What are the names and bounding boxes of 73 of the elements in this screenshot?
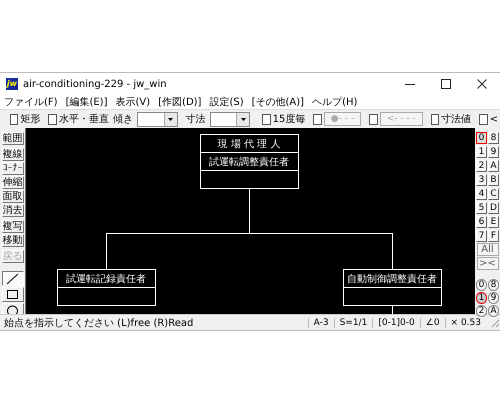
box-label: 現 場 代 理 人 xyxy=(218,139,280,150)
layer-group-button[interactable]: 3 xyxy=(476,174,487,186)
tool-button[interactable]: 伸縮 xyxy=(2,176,24,189)
checkbox-label: < xyxy=(490,114,498,124)
status-field: S=1/1 xyxy=(334,318,372,328)
status-field: × 0.53 xyxy=(444,318,486,328)
app-icon: jw xyxy=(6,78,18,90)
tool-button[interactable]: 複線 xyxy=(2,148,24,161)
box-label: 試運転記録責任者 xyxy=(66,274,146,285)
maximize-icon xyxy=(441,79,451,89)
box-label: 試運転調整責任者 xyxy=(209,157,289,168)
layer-group-button[interactable]: 9 xyxy=(488,146,499,158)
tool-button[interactable]: 面取 xyxy=(2,190,24,203)
tool-button[interactable]: ｺｰﾅｰ xyxy=(2,162,24,175)
status-field: ∠0 xyxy=(420,318,445,328)
window-title: air-conditioning-229 - jw_win xyxy=(23,78,167,90)
layer-group-button[interactable]: 0 xyxy=(476,132,487,144)
menu-item[interactable]: ファイル(F) xyxy=(4,95,58,109)
layer-group-button[interactable]: A xyxy=(488,160,499,172)
status-field: A-3 xyxy=(308,318,334,328)
layer-group-button[interactable]: 5 xyxy=(476,202,487,214)
menu-item[interactable]: [その他(A)] xyxy=(252,95,304,109)
line-tool-button[interactable] xyxy=(2,271,24,286)
box-label: 自動制御調整責任者 xyxy=(347,274,437,285)
menu-item[interactable]: 設定(S) xyxy=(209,95,244,109)
menu-item[interactable]: ヘルプ(H) xyxy=(312,95,358,109)
layer-button[interactable]: 0 xyxy=(476,279,487,291)
rectangle-tool-button[interactable] xyxy=(2,287,24,302)
checkbox[interactable] xyxy=(430,114,440,124)
checkbox[interactable] xyxy=(10,114,18,124)
layer-group-button[interactable]: 6 xyxy=(476,216,487,228)
tool-button[interactable]: 複写 xyxy=(2,220,24,233)
tool-button[interactable]: 範囲 xyxy=(2,132,24,145)
dropdown-field[interactable] xyxy=(136,112,178,126)
layer-group-button[interactable]: 2 xyxy=(476,160,487,172)
dropdown-field[interactable] xyxy=(210,112,250,126)
tool-button[interactable]: 消去 xyxy=(2,204,24,217)
layer-group-button[interactable]: B xyxy=(488,174,499,186)
layer-group-button[interactable]: 8 xyxy=(488,132,499,144)
layer-button[interactable]: All xyxy=(476,243,498,256)
layer-group-button[interactable]: D xyxy=(488,202,499,214)
layer-button[interactable]: 8 xyxy=(488,279,499,291)
checkbox-label: 水平・垂直 xyxy=(58,112,109,126)
layer-group-button[interactable]: 7 xyxy=(476,230,487,242)
checkbox-label: 寸法値 xyxy=(441,112,472,126)
layer-button[interactable]: A xyxy=(488,305,499,317)
layer-button[interactable]: 2 xyxy=(476,305,487,317)
checkbox[interactable] xyxy=(262,114,271,124)
checkbox[interactable] xyxy=(48,114,57,124)
menu-item[interactable]: [作図(D)] xyxy=(158,95,202,109)
dropdown-label: 寸法 xyxy=(186,112,206,126)
layer-group-button[interactable]: F xyxy=(488,230,499,242)
layer-group-button[interactable]: E xyxy=(488,216,499,228)
status-field: [0-1]0-0 xyxy=(372,318,420,328)
layer-button[interactable]: 9 xyxy=(488,292,499,304)
resize-grip-icon xyxy=(490,318,500,328)
checkbox-label: 矩形 xyxy=(20,113,40,126)
layer-group-button[interactable]: 1 xyxy=(476,146,487,158)
checkbox-label: 15度毎 xyxy=(272,112,306,126)
close-icon xyxy=(477,79,487,89)
circle-tool-button[interactable] xyxy=(2,303,24,314)
layer-group-button[interactable]: C xyxy=(488,188,499,200)
menu-item[interactable]: [編集(E)] xyxy=(66,95,108,109)
checkbox[interactable] xyxy=(479,114,488,124)
layer-button[interactable]: >< xyxy=(476,257,498,270)
layer-button[interactable]: 1 xyxy=(476,292,487,304)
menu-item[interactable]: 表示(V) xyxy=(116,95,150,109)
tool-button[interactable]: 移動 xyxy=(2,234,24,247)
connector-line xyxy=(392,304,393,314)
status-message: 始点を指示してください (L)free (R)Read xyxy=(3,316,194,330)
minimize-icon xyxy=(405,82,415,86)
dropdown-label: 傾き xyxy=(112,113,133,126)
layer-group-button[interactable]: 4 xyxy=(476,188,487,200)
